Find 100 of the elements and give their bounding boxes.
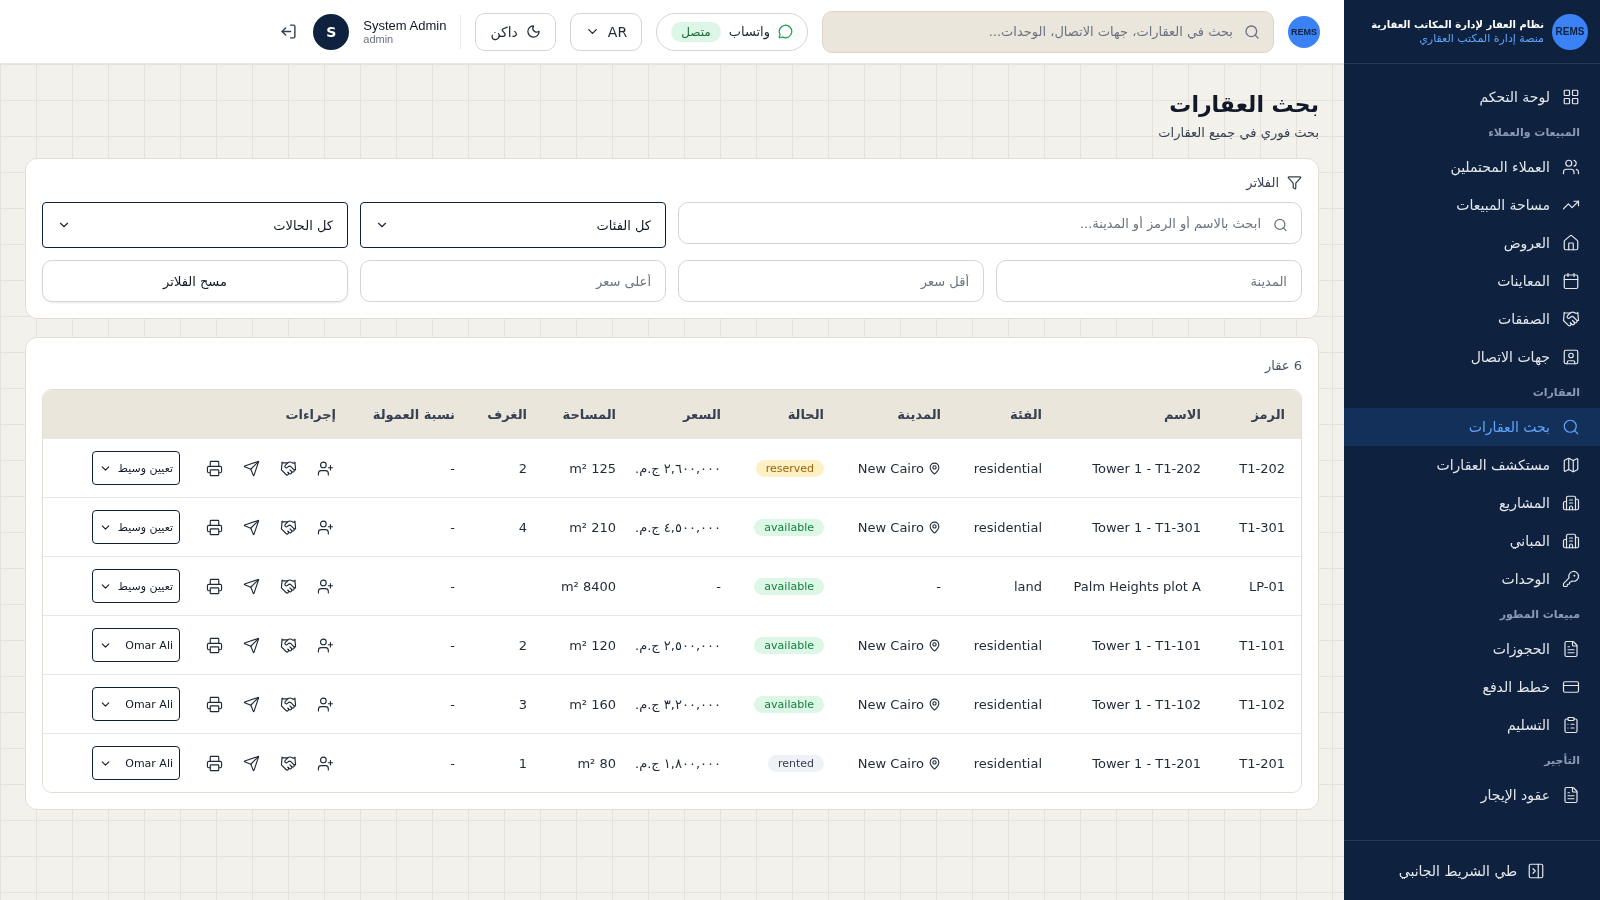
nav-item[interactable]: التسليم: [1344, 706, 1600, 744]
logo: REMS: [1552, 13, 1588, 50]
table-cell-text: T1-301: [1238, 519, 1286, 535]
nav-section-label: المبيعات والعملاء: [1487, 124, 1581, 141]
status-badge: متصل: [671, 21, 721, 42]
printer-icon: [206, 754, 223, 772]
city-field[interactable]: المدينة: [996, 260, 1302, 302]
collapse-sidebar-button[interactable]: طي الشريط الجانبي: [1398, 861, 1546, 880]
printer-icon: [206, 459, 223, 477]
table-cell-text: -: [715, 578, 722, 594]
nav-item[interactable]: العروض: [1344, 224, 1600, 262]
pin-icon: [928, 638, 941, 652]
nav-item[interactable]: المعاينات: [1344, 262, 1600, 300]
users-icon: [1562, 158, 1580, 176]
table-cell-text: residential: [972, 637, 1043, 653]
broker-select[interactable]: Omar Ali: [92, 628, 180, 662]
pin-icon: [928, 520, 941, 534]
table-cell-text: Tower 1 - T1-202: [1091, 460, 1202, 476]
table-cell-text: -: [449, 460, 456, 476]
grid-icon: [1562, 88, 1580, 106]
broker-select[interactable]: Omar Ali: [92, 687, 180, 721]
global-search-field[interactable]: بحث في العقارات، جهات الاتصال، الوحدات...: [822, 10, 1274, 53]
table-cell-text: land: [1012, 578, 1043, 594]
nav-item[interactable]: مساحة المبيعات: [1344, 186, 1600, 224]
table-cell-text: 210 m²: [568, 519, 617, 535]
building-icon: [1562, 532, 1580, 550]
nav-item[interactable]: لوحة التحكم: [1344, 78, 1600, 116]
nav-item[interactable]: المشاريع: [1344, 484, 1600, 522]
clipboard-icon: [1562, 716, 1580, 734]
status-select[interactable]: كل الحالات: [42, 202, 348, 248]
table-cell-text: T1-201: [1238, 755, 1286, 771]
city-text: New Cairo: [857, 755, 924, 771]
nav-item[interactable]: الصفقات: [1344, 300, 1600, 338]
whatsapp-status-button[interactable]: واتساب متصل: [656, 12, 808, 51]
broker-select[interactable]: Omar Ali: [92, 746, 180, 780]
nav-item[interactable]: مستكشف العقارات: [1344, 446, 1600, 484]
column-header: المدينة: [896, 406, 942, 422]
nav-item[interactable]: جهات الاتصال: [1344, 338, 1600, 376]
nav-item[interactable]: الوحدات: [1344, 560, 1600, 598]
broker-select[interactable]: تعيين وسيط: [92, 510, 180, 544]
table-cell-text: T1-102: [1238, 696, 1286, 712]
table-cell-text: ٤,٥٠٠,٠٠٠ ج.م.: [634, 519, 722, 535]
table-cell-text: 80 m²: [576, 755, 617, 771]
contact-icon: [1562, 348, 1580, 366]
handshake-icon: [280, 636, 297, 654]
user-plus-icon: [317, 636, 334, 654]
broker-select[interactable]: تعيين وسيط: [92, 569, 180, 603]
table-cell-text: -: [449, 578, 456, 594]
moon-icon: [525, 24, 541, 39]
chat-icon: [778, 24, 793, 39]
nav-section-label: مبيعات المطور: [1498, 606, 1581, 623]
nav-item[interactable]: عقود الإيجار: [1344, 776, 1600, 814]
table-cell-text: -: [449, 696, 456, 712]
theme-button[interactable]: داكن: [475, 12, 556, 51]
nav-item[interactable]: العملاء المحتملين: [1344, 148, 1600, 186]
user-plus-icon: [317, 754, 334, 772]
document-icon: [1562, 640, 1580, 658]
handshake-icon: [1562, 310, 1580, 328]
handshake-icon: [280, 577, 297, 595]
pin-icon: [928, 461, 941, 475]
status-badge: available: [754, 577, 824, 595]
nav-item[interactable]: بحث العقارات: [1344, 408, 1600, 446]
pin-icon: [928, 697, 941, 711]
printer-icon: [206, 636, 223, 654]
clear-filters-button[interactable]: مسح الفلاتر: [42, 260, 348, 302]
nav-item[interactable]: خطط الدفع: [1344, 668, 1600, 706]
handshake-icon: [280, 695, 297, 713]
user-plus-icon: [317, 695, 334, 713]
column-header: الغرف: [486, 406, 528, 422]
filters-title: الفلاتر: [1246, 175, 1279, 190]
page-title: بحث العقارات: [1168, 92, 1319, 117]
column-header: الاسم: [1162, 406, 1202, 422]
nav-item[interactable]: الحجوزات: [1344, 630, 1600, 668]
calendar-icon: [1562, 272, 1580, 290]
table-cell-text: 120 m²: [568, 637, 617, 653]
table-cell-text: Tower 1 - T1-101: [1091, 637, 1202, 653]
broker-select[interactable]: تعيين وسيط: [92, 451, 180, 485]
building-icon: [1562, 494, 1580, 512]
table-cell-text: residential: [972, 696, 1043, 712]
results-count: 6 عقار: [1263, 357, 1302, 375]
send-icon: [243, 636, 260, 654]
printer-icon: [206, 518, 223, 536]
document-icon: [1562, 786, 1580, 804]
nav-item[interactable]: المباني: [1344, 522, 1600, 560]
pin-icon: [928, 756, 941, 770]
status-badge: reserved: [755, 459, 824, 477]
table-cell-text: ٢,٥٠٠,٠٠٠ ج.م.: [634, 637, 722, 653]
city-text: New Cairo: [857, 519, 924, 535]
table-cell-text: 3: [517, 696, 528, 712]
city-text: New Cairo: [857, 637, 924, 653]
category-select[interactable]: كل الفئات: [360, 202, 666, 248]
send-icon: [243, 754, 260, 772]
table-cell-text: ٣,٢٠٠,٠٠٠ ج.م.: [634, 696, 722, 712]
language-button[interactable]: AR: [569, 12, 643, 51]
table-cell-text: 1: [517, 755, 528, 771]
filter-icon: [1287, 175, 1302, 190]
column-header: السعر: [681, 406, 722, 422]
brand-subtitle: منصة إدارة المكتب العقاري: [1418, 31, 1544, 45]
table-cell-text: Palm Heights plot A: [1072, 578, 1202, 594]
column-header: نسبة العمولة: [371, 406, 456, 422]
